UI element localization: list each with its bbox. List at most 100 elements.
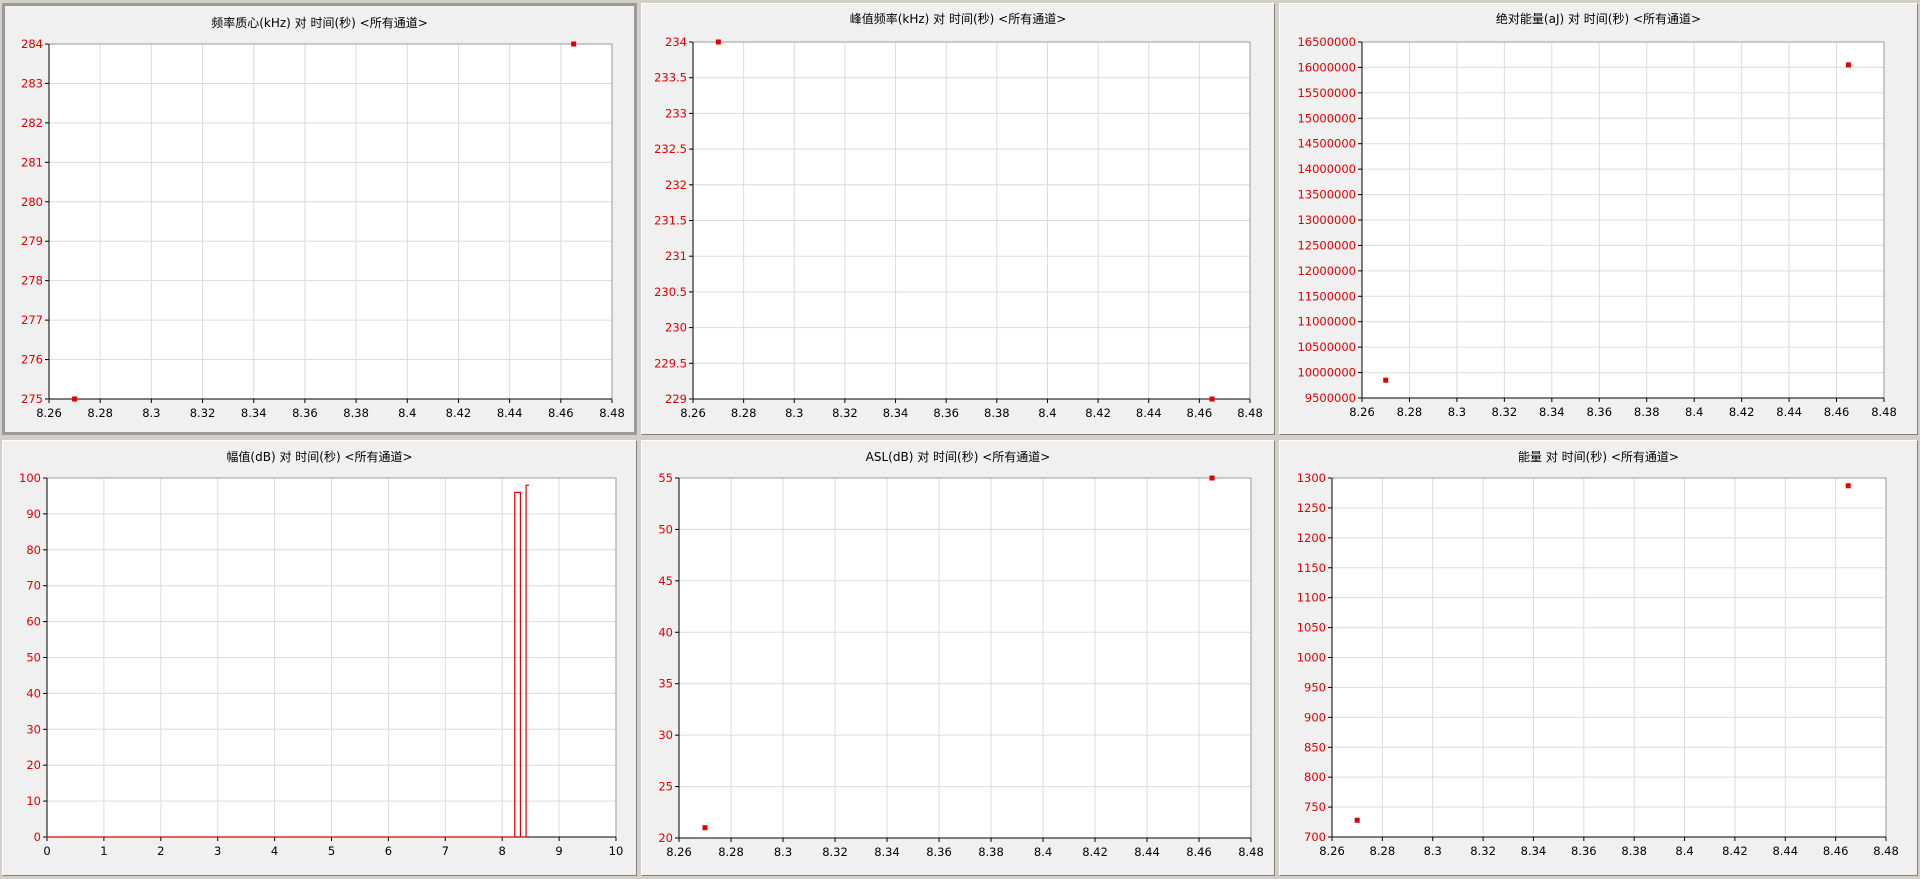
- y-tick-label: 850: [1304, 740, 1326, 754]
- x-tick-label: 8.3: [785, 406, 803, 420]
- x-tick-label: 8.48: [1873, 844, 1899, 858]
- chart-svg-absolute-energy: 绝对能量(aJ) 对 时间(秒) <所有通道> 8.26 8.28 8.3 8.32 8.…: [1297, 11, 1896, 419]
- x-tick-label: 1: [100, 844, 107, 858]
- x-tick-label: 8.32: [190, 406, 216, 420]
- x-tick-label: 10: [609, 844, 624, 858]
- data-point: [1383, 377, 1389, 383]
- y-tick-label: 283: [21, 76, 43, 90]
- x-tick-label: 8.4: [1685, 405, 1703, 419]
- chart-panel-amplitude[interactable]: 幅值(dB) 对 时间(秒) <所有通道> 0 1 2 3 4 5 6 7 8 9 10 0 10 20 30…: [2, 440, 637, 876]
- x-tick-label: 8.28: [718, 845, 744, 859]
- y-tick-label: 30: [658, 728, 673, 742]
- x-tick-label: 8.44: [1134, 845, 1160, 859]
- plot-area: [49, 44, 612, 399]
- y-tick-label: 20: [26, 758, 41, 772]
- y-tick-label: 100: [19, 471, 41, 485]
- data-point: [1354, 817, 1360, 823]
- x-tick-label: 8.3: [142, 406, 160, 420]
- x-tick-label: 8.28: [1370, 844, 1396, 858]
- chart-svg-frequency-centroid: 频率质心(kHz) 对 时间(秒) <所有通道> 8.26 8.28 8.3 8.32 8…: [21, 15, 625, 420]
- x-tick-label: 4: [271, 844, 278, 858]
- y-tick-label: 40: [26, 686, 41, 700]
- x-tick-label: 8.46: [548, 406, 574, 420]
- x-tick-label: 8.4: [1038, 406, 1056, 420]
- y-tick-label: 282: [21, 116, 43, 130]
- y-tick-label: 50: [658, 522, 673, 536]
- chart-title: 绝对能量(aJ) 对 时间(秒) <所有通道>: [1496, 11, 1701, 26]
- y-tick-label: 281: [21, 155, 43, 169]
- y-tick-label: 55: [658, 471, 673, 485]
- data-point: [1845, 62, 1851, 68]
- data-point: [1209, 475, 1215, 481]
- y-tick-label: 0: [34, 830, 41, 844]
- y-tick-label: 700: [1304, 830, 1326, 844]
- y-tick-label: 229.5: [654, 356, 687, 370]
- x-tick-label: 8.42: [1085, 406, 1111, 420]
- x-tick-label: 3: [214, 844, 221, 858]
- x-tick-label: 8.26: [666, 845, 692, 859]
- y-tick-label: 1150: [1297, 561, 1326, 575]
- y-tick-label: 14000000: [1297, 162, 1356, 176]
- x-tick-label: 8.4: [1034, 845, 1052, 859]
- y-tick-label: 20: [658, 831, 673, 845]
- x-tick-label: 8.32: [1492, 405, 1518, 419]
- x-tick-label: 8.4: [398, 406, 416, 420]
- x-tick-label: 8: [499, 844, 506, 858]
- y-tick-label: 11500000: [1297, 289, 1356, 303]
- x-tick-label: 8.26: [1349, 405, 1375, 419]
- y-tick-label: 11000000: [1297, 315, 1356, 329]
- x-tick-label: 8.48: [1237, 406, 1263, 420]
- chart-panel-asl[interactable]: ASL(dB) 对 时间(秒) <所有通道> 8.26 8.28 8.3 8.32 8.3…: [641, 440, 1275, 876]
- y-tick-label: 233.5: [654, 71, 687, 85]
- y-tick-label: 70: [26, 579, 41, 593]
- x-tick-label: 6: [385, 844, 392, 858]
- y-tick-label: 15500000: [1297, 86, 1356, 100]
- x-tick-label: 8.36: [292, 406, 318, 420]
- x-tick-label: 8.36: [1571, 844, 1597, 858]
- y-tick-label: 10000000: [1297, 366, 1356, 380]
- x-tick-label: 8.32: [822, 845, 848, 859]
- y-tick-label: 12500000: [1297, 238, 1356, 252]
- x-tick-label: 8.36: [1586, 405, 1612, 419]
- y-tick-label: 14500000: [1297, 137, 1356, 151]
- x-tick-label: 8.38: [1634, 405, 1660, 419]
- chart-panel-peak-frequency[interactable]: 峰值频率(kHz) 对 时间(秒) <所有通道> 8.26 8.28 8.3 8.32 8…: [641, 3, 1275, 435]
- x-tick-label: 8.46: [1823, 844, 1849, 858]
- data-point: [571, 41, 577, 47]
- y-tick-label: 80: [26, 543, 41, 557]
- y-tick-label: 13500000: [1297, 188, 1356, 202]
- y-tick-label: 232: [665, 178, 687, 192]
- x-tick-label: 8.42: [1729, 405, 1755, 419]
- x-tick-label: 8.28: [87, 406, 113, 420]
- y-tick-label: 50: [26, 651, 41, 665]
- chart-title: ASL(dB) 对 时间(秒) <所有通道>: [866, 450, 1051, 464]
- chart-title: 能量 对 时间(秒) <所有通道>: [1518, 450, 1679, 464]
- y-tick-label: 277: [21, 313, 43, 327]
- x-tick-label: 9: [555, 844, 562, 858]
- y-tick-label: 230: [665, 321, 687, 335]
- x-tick-label: 8.38: [343, 406, 369, 420]
- chart-svg-peak-frequency: 峰值频率(kHz) 对 时间(秒) <所有通道> 8.26 8.28 8.3 8.32 8…: [654, 11, 1263, 420]
- y-tick-label: 40: [658, 625, 673, 639]
- chart-panel-energy[interactable]: 能量 对 时间(秒) <所有通道> 8.26 8.28 8.3 8.32 8.34 8.36…: [1279, 440, 1918, 876]
- chart-panel-frequency-centroid[interactable]: 频率质心(kHz) 对 时间(秒) <所有通道> 8.26 8.28 8.3 8.32 8…: [2, 3, 637, 435]
- chart-svg-energy: 能量 对 时间(秒) <所有通道> 8.26 8.28 8.3 8.32 8.34 8.36…: [1297, 450, 1899, 858]
- y-tick-label: 25: [658, 780, 673, 794]
- y-tick-label: 1050: [1297, 621, 1326, 635]
- chart-panel-absolute-energy[interactable]: 绝对能量(aJ) 对 时间(秒) <所有通道> 8.26 8.28 8.3 8.32 8.…: [1279, 3, 1918, 435]
- x-tick-label: 8.46: [1187, 406, 1213, 420]
- x-tick-label: 8.28: [1397, 405, 1423, 419]
- x-tick-label: 8.46: [1186, 845, 1212, 859]
- y-tick-label: 750: [1304, 800, 1326, 814]
- plot-area: [679, 478, 1251, 838]
- y-tick-label: 900: [1304, 710, 1326, 724]
- data-point: [702, 825, 708, 831]
- y-tick-label: 229: [665, 392, 687, 406]
- x-tick-label: 8.3: [774, 845, 792, 859]
- y-tick-label: 12000000: [1297, 264, 1356, 278]
- y-tick-label: 950: [1304, 680, 1326, 694]
- y-tick-label: 60: [26, 615, 41, 629]
- x-tick-label: 8.42: [1722, 844, 1748, 858]
- x-tick-label: 8.36: [926, 845, 952, 859]
- x-tick-label: 8.34: [1539, 405, 1565, 419]
